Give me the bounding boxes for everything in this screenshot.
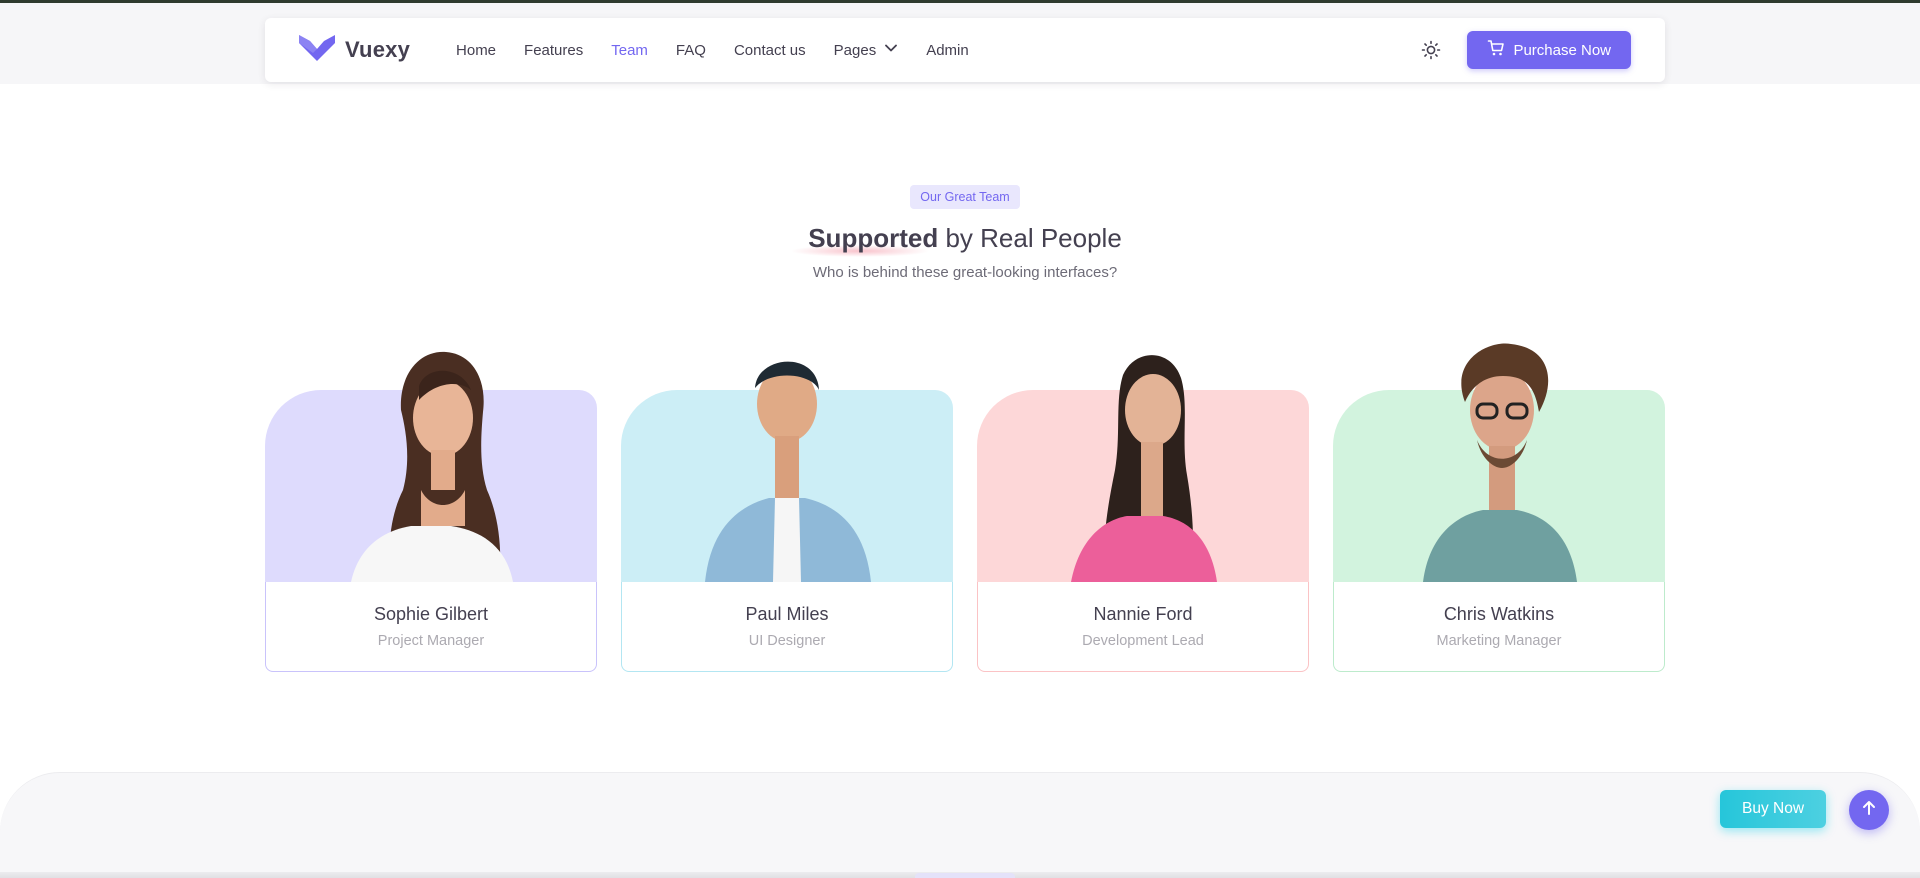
section-badge: Our Great Team xyxy=(910,185,1020,209)
team-member-name: Paul Miles xyxy=(745,604,829,624)
team-member-role: Marketing Manager xyxy=(1436,633,1562,649)
section-title-strong-text: Supported xyxy=(808,223,939,253)
card-info: Nannie Ford Development Lead xyxy=(977,582,1309,672)
nav-actions: Purchase Now xyxy=(1419,31,1631,69)
team-cards: Sophie Gilbert Project Manager Paul Mile… xyxy=(265,340,1665,672)
section-title: Supported by Real People xyxy=(0,223,1920,257)
team-member-name: Nannie Ford xyxy=(1093,604,1193,624)
nav-team[interactable]: Team xyxy=(611,42,648,59)
brand[interactable]: Vuexy xyxy=(299,34,411,66)
team-member-name: Sophie Gilbert xyxy=(373,604,489,624)
team-section-header: Our Great Team Supported by Real People … xyxy=(0,185,1920,281)
nav-contact-us[interactable]: Contact us xyxy=(734,42,806,59)
chevron-down-icon xyxy=(884,41,898,59)
team-card: Chris Watkins Marketing Manager xyxy=(1333,340,1665,672)
team-card: Paul Miles UI Designer xyxy=(621,340,953,672)
next-section-background xyxy=(0,772,1920,878)
brand-name: Vuexy xyxy=(345,37,411,62)
team-member-photo xyxy=(351,351,513,582)
nav-home[interactable]: Home xyxy=(456,42,496,59)
nav-links: Home Features Team FAQ Contact us Pages … xyxy=(456,41,969,59)
sun-icon[interactable] xyxy=(1419,38,1443,62)
purchase-now-label: Purchase Now xyxy=(1513,41,1611,59)
team-member-role: Project Manager xyxy=(377,633,485,649)
nav-features[interactable]: Features xyxy=(524,42,583,59)
cart-icon xyxy=(1487,39,1505,61)
buy-now-button[interactable]: Buy Now xyxy=(1720,790,1826,828)
team-member-role: UI Designer xyxy=(748,633,826,649)
section-subtitle: Who is behind these great-looking interf… xyxy=(812,264,1118,281)
card-info: Chris Watkins Marketing Manager xyxy=(1333,582,1665,672)
vuexy-logo-icon xyxy=(299,34,335,66)
card-info: Sophie Gilbert Project Manager xyxy=(265,582,597,672)
next-section-badge-edge xyxy=(915,873,1015,878)
team-card: Sophie Gilbert Project Manager xyxy=(265,340,597,672)
arrow-up-icon xyxy=(1860,799,1878,822)
nav-faq[interactable]: FAQ xyxy=(676,42,706,59)
team-member-photo xyxy=(1071,355,1217,582)
nav-admin[interactable]: Admin xyxy=(926,42,969,59)
section-title-strong: Supported xyxy=(790,223,939,257)
nav-pages-label: Pages xyxy=(833,41,877,59)
team-card: Nannie Ford Development Lead xyxy=(977,340,1309,672)
navbar: Vuexy Home Features Team FAQ Contact us … xyxy=(265,18,1665,82)
team-member-role: Development Lead xyxy=(1082,633,1204,649)
section-title-rest: by Real People xyxy=(938,223,1122,253)
purchase-now-button[interactable]: Purchase Now xyxy=(1467,31,1631,69)
team-member-photo xyxy=(1423,343,1577,582)
team-member-name: Chris Watkins xyxy=(1443,604,1555,624)
team-member-photo xyxy=(705,361,871,582)
nav-pages-dropdown[interactable]: Pages xyxy=(834,41,899,59)
scroll-to-top-button[interactable] xyxy=(1849,790,1889,830)
card-info: Paul Miles UI Designer xyxy=(621,582,953,672)
